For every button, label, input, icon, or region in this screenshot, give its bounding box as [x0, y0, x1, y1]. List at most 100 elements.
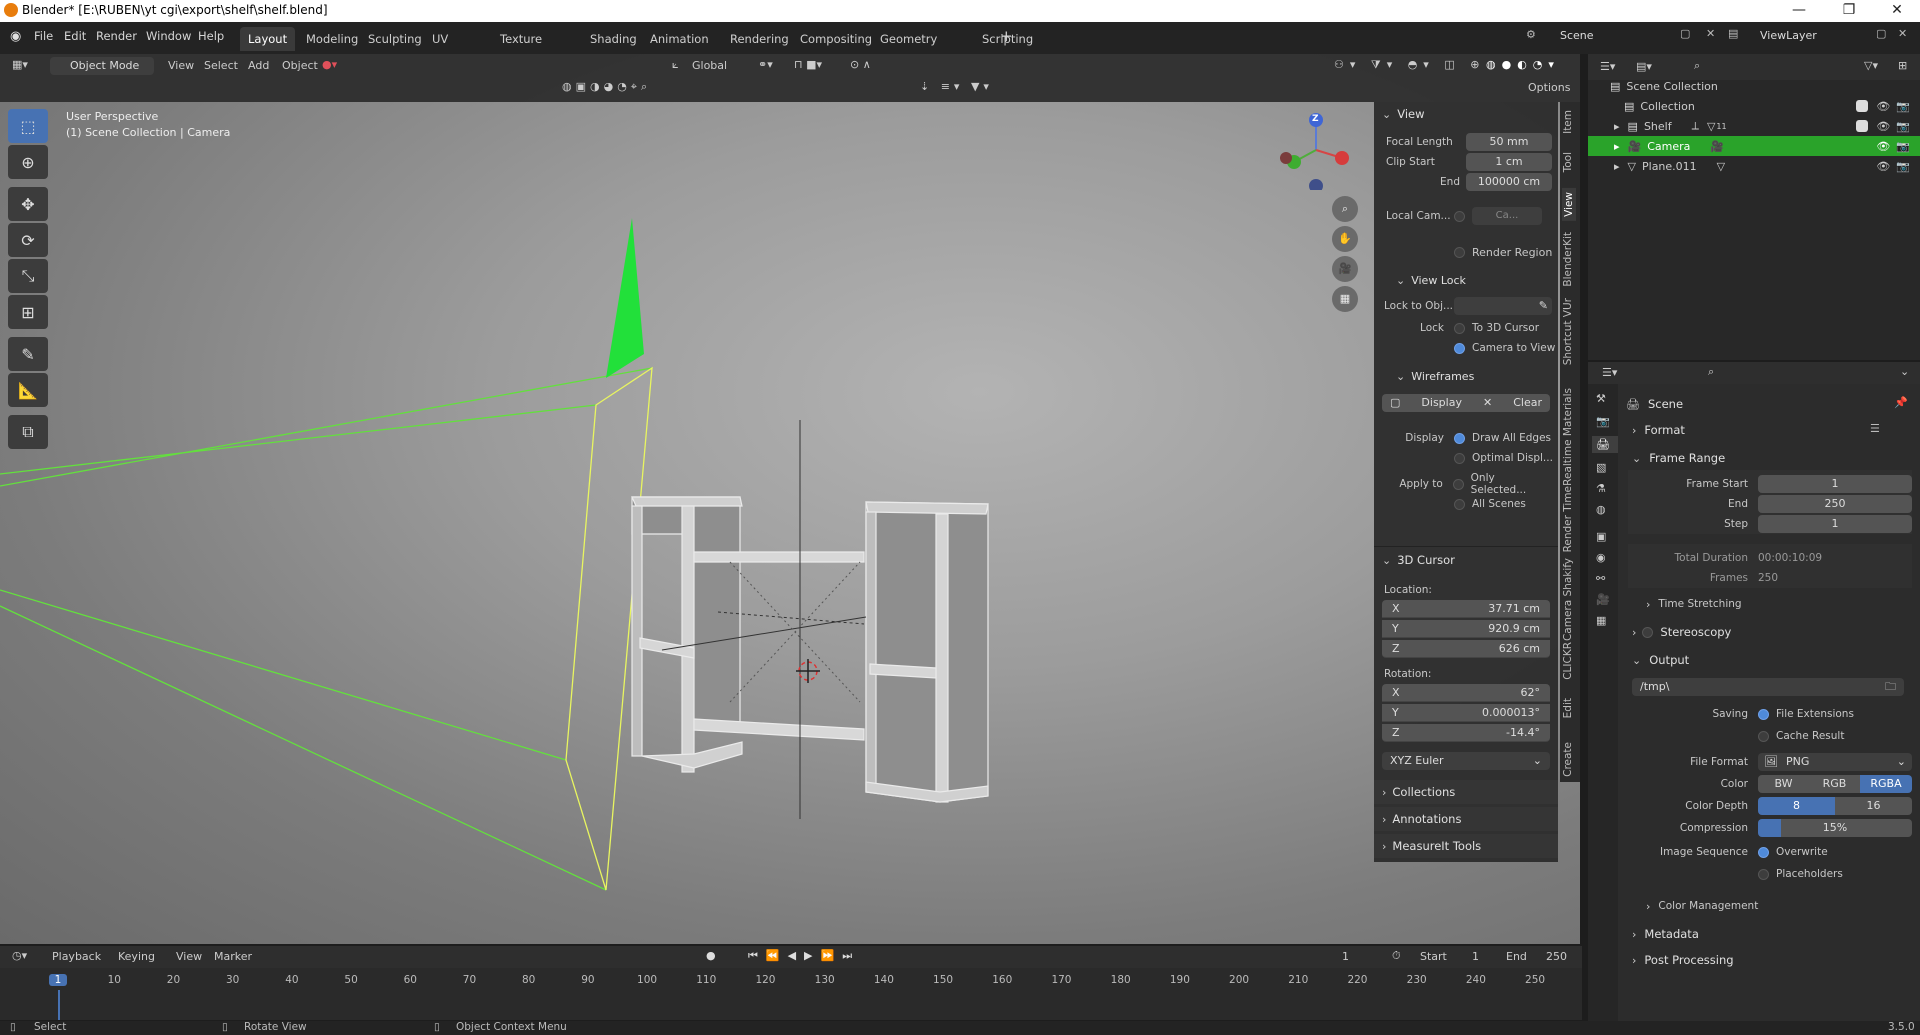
render-tab-icon[interactable]: 📷 [1596, 415, 1618, 428]
workspace-tab-uv-editing[interactable]: UV Editing [424, 27, 480, 70]
chevron-right-icon[interactable]: › [1632, 626, 1636, 639]
chevron-down-icon[interactable]: ⌄ [1900, 365, 1909, 378]
3d-viewport[interactable]: ▦▾ Object Mode View Select Add Object ●▾… [0, 54, 1580, 944]
all-scenes-checkbox[interactable] [1454, 498, 1465, 510]
sidebar-tab-clickr[interactable]: CLICKR [1562, 642, 1574, 680]
color-rgba-button[interactable]: RGBA [1860, 775, 1912, 793]
scene-tab-icon[interactable]: ⚗ [1596, 482, 1618, 495]
3d-cursor-header[interactable]: 3D Cursor [1397, 553, 1455, 567]
chevron-right-icon[interactable]: › [1646, 598, 1650, 611]
camera-render-icon[interactable]: 📷 [1896, 120, 1910, 133]
playback-controls[interactable]: ⏮⏪◀▶⏩⏭ [748, 949, 860, 963]
timeline-ruler[interactable]: 1 10 20 30 40 50 60 70 80 90 100 110 120 130 140 150 160… [0, 968, 1582, 1020]
color-bw-button[interactable]: BW [1758, 775, 1809, 793]
loc-z-field[interactable]: Z 626 cm [1382, 640, 1550, 658]
menu-edit[interactable]: Edit [64, 29, 86, 43]
proportional-edit-icon[interactable]: ⊙ ∧ [850, 58, 871, 71]
delete-scene-icon[interactable]: ✕ [1706, 27, 1715, 40]
pin-icon[interactable]: 📌 [1894, 396, 1908, 409]
scene-selector-icon[interactable]: ⚙ [1526, 28, 1536, 41]
output-path-field[interactable]: /tmp\ 🗀 [1632, 678, 1904, 696]
cache-result-checkbox[interactable] [1758, 730, 1769, 742]
camera-data-tab-icon[interactable]: 🎥 [1596, 593, 1618, 606]
loc-x-field[interactable]: X 37.71 cm [1382, 600, 1550, 618]
clip-start-field[interactable]: 1 cm [1466, 153, 1552, 171]
focal-length-field[interactable]: 50 mm [1466, 133, 1552, 151]
rot-y-field[interactable]: Y 0.000013° [1382, 704, 1550, 722]
camera-render-icon[interactable]: 📷 [1896, 160, 1910, 173]
options-dropdown[interactable]: Options [1528, 81, 1570, 94]
pivot-icon[interactable]: ⚭▾ [758, 58, 773, 71]
sidebar-tab-realtime-materials[interactable]: Realtime Materials [1562, 388, 1574, 486]
folder-icon[interactable]: 🗀 [1885, 678, 1896, 696]
placeholders-checkbox[interactable] [1758, 868, 1769, 880]
clear-button[interactable]: Clear [1513, 394, 1542, 412]
filter-icon[interactable]: ▽▾ [1864, 59, 1878, 72]
annotations-panel-header[interactable]: Annotations [1392, 812, 1461, 826]
outliner-scene-collection[interactable]: ▤ Scene Collection [1588, 76, 1920, 96]
sidebar-tab-view[interactable]: View [1562, 188, 1576, 221]
workspace-tab-rendering[interactable]: Rendering [722, 27, 797, 51]
editor-type-icon[interactable]: ☰▾ [1600, 60, 1615, 73]
view-layer-tab-icon[interactable]: ▧ [1596, 461, 1618, 474]
outliner-collection[interactable]: ▤ Collection 👁 📷 [1588, 96, 1920, 116]
menu-render[interactable]: Render [96, 29, 137, 43]
display-button[interactable]: Display [1421, 394, 1462, 412]
file-format-dropdown[interactable]: 🖼 PNG ⌄ [1758, 753, 1912, 771]
eye-icon[interactable]: 👁 [1876, 140, 1890, 153]
menu-window[interactable]: Window [146, 29, 191, 43]
ortho-toggle-icon[interactable]: ▦ [1332, 286, 1358, 312]
frame-step-field[interactable]: 1 [1758, 515, 1912, 533]
close-button[interactable]: ✕ [1874, 0, 1920, 22]
texture-tab-icon[interactable]: ▦ [1596, 614, 1618, 627]
editor-type-icon[interactable]: ☰▾ [1602, 366, 1617, 379]
new-collection-icon[interactable]: ⊞ [1898, 59, 1907, 72]
sidebar-tab-tool[interactable]: Tool [1562, 152, 1574, 172]
frame-end-field[interactable]: 250 [1758, 495, 1912, 513]
rot-x-field[interactable]: X 62° [1382, 684, 1550, 702]
delete-view-layer-icon[interactable]: ✕ [1898, 27, 1907, 40]
menu-help[interactable]: Help [198, 29, 224, 43]
chevron-right-icon[interactable]: › [1382, 813, 1386, 826]
clock-icon[interactable]: ◷▾ [12, 949, 27, 962]
overlay-icons[interactable]: ⚇▾ ⧩▾ ◓▾ ◫ ⊕ [1334, 58, 1485, 72]
marker-menu[interactable]: Marker [214, 950, 252, 963]
to-3d-cursor-checkbox[interactable] [1454, 322, 1465, 334]
stereoscopy-checkbox[interactable] [1642, 626, 1654, 638]
camera-render-icon[interactable]: 📷 [1896, 100, 1910, 113]
chevron-down-icon[interactable]: ⌄ [1632, 452, 1641, 465]
blenderkit-icon[interactable]: ●▾ [322, 58, 337, 71]
blender-menu-icon[interactable]: ◉ [10, 29, 21, 44]
current-frame-field[interactable]: 1 [1342, 950, 1349, 963]
measureit-panel-header[interactable]: MeasureIt Tools [1392, 839, 1481, 853]
metadata-panel-header[interactable]: Metadata [1644, 927, 1698, 941]
close-icon[interactable]: ✕ [1483, 394, 1492, 412]
expand-arrow-icon[interactable]: ▸ [1614, 160, 1620, 173]
format-panel-header[interactable]: Format [1644, 423, 1685, 437]
workspace-tab-texture-paint[interactable]: Texture Paint [492, 27, 550, 70]
filter-icon[interactable]: ⇣ ≡▾ ▼▾ [920, 80, 993, 93]
chevron-right-icon[interactable]: › [1646, 900, 1650, 913]
wireframes-header[interactable]: Wireframes [1411, 370, 1474, 383]
scene-name-field[interactable]: Scene [1560, 29, 1670, 42]
stereoscopy-header[interactable]: Stereoscopy [1660, 625, 1731, 639]
new-view-layer-icon[interactable]: ▢ [1876, 27, 1886, 40]
view-lock-header[interactable]: View Lock [1411, 274, 1466, 287]
physics-tab-icon[interactable]: ◉ [1596, 551, 1618, 564]
sidebar-tab-shortcut-vur[interactable]: Shortcut VUr [1562, 298, 1574, 365]
mode-selector[interactable]: Object Mode [50, 57, 154, 75]
playback-menu[interactable]: Playback [52, 950, 101, 963]
zoom-icon[interactable]: ⌕ [1332, 196, 1358, 222]
sidebar-tab-create[interactable]: Create [1562, 742, 1574, 777]
chevron-right-icon[interactable]: › [1382, 786, 1386, 799]
view-layer-field[interactable]: ViewLayer [1760, 29, 1817, 42]
view-panel-header[interactable]: View [1397, 107, 1424, 121]
camera-view-icon[interactable]: 🎥 [1332, 256, 1358, 282]
chevron-right-icon[interactable]: › [1382, 840, 1386, 853]
expand-arrow-icon[interactable]: ▸ [1614, 140, 1620, 153]
object-menu[interactable]: Object [282, 59, 318, 72]
view-layer-icon[interactable]: ▤ [1728, 27, 1738, 40]
search-icon[interactable]: ⌕ [1708, 365, 1714, 379]
object-tab-icon[interactable]: ▣ [1596, 530, 1618, 543]
chevron-right-icon[interactable]: › [1632, 424, 1636, 437]
